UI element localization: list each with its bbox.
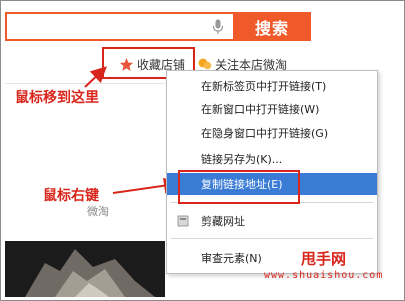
- menu-item-open-incognito[interactable]: 在隐身窗口中打开链接(G): [167, 122, 377, 144]
- watermark-title: 甩手网: [301, 250, 347, 268]
- annotation-move-here: 鼠标移到这里: [15, 90, 99, 106]
- search-button[interactable]: 搜索: [233, 12, 311, 41]
- search-bar: 搜索: [5, 12, 311, 41]
- menu-item-save-link-as[interactable]: 链接另存为(K)...: [167, 148, 377, 170]
- menu-separator: [171, 238, 373, 239]
- annotation-right-click: 鼠标右键: [43, 188, 99, 204]
- watermark-url: www.shuaishou.com: [264, 270, 384, 281]
- copy-link-highlight-box: [178, 170, 300, 204]
- product-image: [5, 241, 165, 297]
- search-input[interactable]: [7, 14, 233, 39]
- menu-item-open-new-window[interactable]: 在新窗口中打开链接(W): [167, 98, 377, 120]
- weitao-label: 微淘: [87, 205, 109, 218]
- wechat-icon: [198, 58, 212, 70]
- divider: [5, 83, 165, 84]
- screenshot-frame: 搜索 收藏店铺 关注本店微淘 鼠标移到这里 鼠标右键 微淘 在新标签页中打开链接…: [0, 0, 405, 301]
- menu-item-open-new-tab[interactable]: 在新标签页中打开链接(T): [167, 75, 377, 97]
- product-image-graphic: [25, 249, 155, 297]
- menu-item-clip-url[interactable]: 剪藏网址: [167, 210, 377, 232]
- microphone-icon[interactable]: [212, 19, 224, 35]
